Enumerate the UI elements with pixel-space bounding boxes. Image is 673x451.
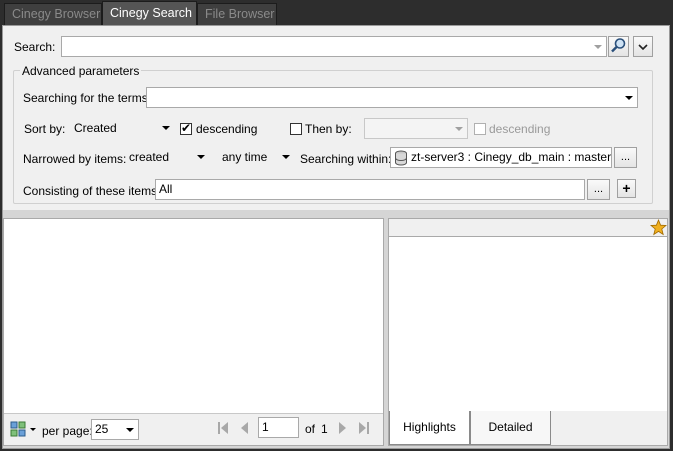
total-pages: 1: [321, 422, 328, 436]
next-page-icon[interactable]: [337, 421, 347, 438]
terms-dropdown-icon[interactable]: [623, 88, 635, 107]
previous-page-icon[interactable]: [240, 421, 250, 438]
narrowed-by-select[interactable]: created: [125, 147, 209, 168]
per-page-value: 25: [95, 422, 109, 436]
narrowed-by-dropdown-icon: [195, 147, 207, 166]
view-mode-button[interactable]: [10, 421, 38, 437]
per-page-label: per page:: [42, 424, 93, 438]
page-number-input[interactable]: 1: [258, 417, 299, 438]
searching-within-value: zt-server3 : Cinegy_db_main : master: [411, 150, 612, 164]
advanced-parameters-title: Advanced parameters: [20, 64, 142, 78]
tab-detailed[interactable]: Detailed: [470, 411, 551, 445]
per-page-dropdown-icon: [124, 420, 136, 439]
page-number-value: 1: [262, 420, 269, 434]
tab-bar: Cinegy Browser Cinegy Search File Browse…: [0, 0, 673, 26]
search-input[interactable]: [61, 36, 607, 57]
thumbnails-view-icon: [10, 421, 36, 437]
tab-highlights[interactable]: Highlights: [389, 411, 470, 445]
narrowed-by-value: created: [129, 150, 170, 164]
chevron-down-icon: [638, 44, 648, 51]
descending2-checkbox[interactable]: [474, 123, 486, 135]
sort-by-select[interactable]: Created: [70, 118, 174, 139]
magnifier-icon: [611, 38, 626, 53]
search-label: Search:: [14, 40, 56, 54]
first-page-icon[interactable]: [217, 421, 229, 438]
expand-advanced-button[interactable]: [633, 36, 653, 57]
time-range-value: any time: [222, 150, 268, 164]
then-by-checkbox[interactable]: [290, 123, 302, 135]
tab-cinegy-search[interactable]: Cinegy Search: [102, 1, 197, 26]
browse-items-button[interactable]: ...: [587, 179, 610, 200]
favorite-star-icon[interactable]: [649, 218, 668, 236]
descending-checkbox[interactable]: ✔: [180, 121, 192, 135]
details-tab-bar: Highlights Detailed: [389, 411, 667, 445]
then-by-label: Then by:: [305, 122, 352, 136]
per-page-select[interactable]: 25: [91, 419, 139, 440]
search-button[interactable]: [608, 36, 629, 57]
sort-by-dropdown-icon: [160, 118, 172, 137]
terms-label: Searching for the terms:: [23, 91, 152, 105]
consisting-field[interactable]: All: [155, 179, 585, 200]
terms-input[interactable]: [146, 87, 638, 108]
descending2-label: descending: [489, 122, 551, 136]
searching-within-label: Searching within:: [300, 152, 392, 166]
tab-file-browser[interactable]: File Browser: [197, 3, 277, 26]
then-by-select[interactable]: [364, 118, 468, 139]
last-page-icon[interactable]: [358, 421, 370, 438]
then-by-dropdown-icon: [453, 119, 465, 138]
database-icon: [395, 150, 407, 166]
narrowed-by-label: Narrowed by items:: [23, 152, 127, 166]
sort-by-label: Sort by:: [24, 122, 66, 136]
time-range-dropdown-icon: [280, 147, 292, 166]
add-item-button[interactable]: +: [617, 179, 636, 198]
results-list[interactable]: [3, 218, 384, 446]
time-range-select[interactable]: any time: [218, 147, 294, 168]
searching-within-field: zt-server3 : Cinegy_db_main : master: [390, 147, 612, 168]
tab-cinegy-browser[interactable]: Cinegy Browser: [4, 3, 102, 26]
checkmark-icon: ✔: [181, 121, 192, 135]
descending-label: descending: [196, 122, 258, 136]
browse-location-button[interactable]: ...: [614, 147, 637, 168]
details-header: [389, 219, 667, 237]
sort-by-value: Created: [74, 121, 117, 135]
search-history-dropdown-icon[interactable]: [592, 37, 604, 56]
of-label: of: [305, 422, 316, 436]
consisting-value: All: [159, 182, 173, 196]
consisting-label: Consisting of these items:: [23, 184, 161, 198]
